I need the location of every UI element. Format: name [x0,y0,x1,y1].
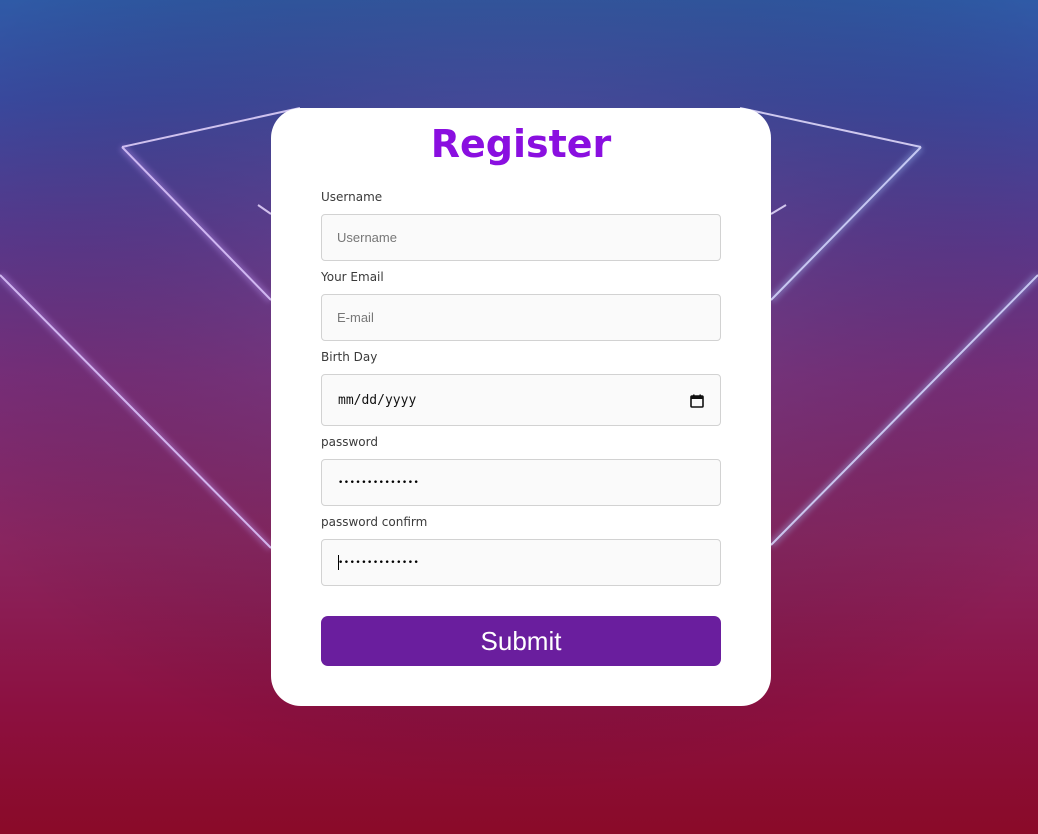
password-masked-value: •••••••••••••• [338,477,420,488]
password-confirm-label: password confirm [321,515,428,529]
password-label: password [321,435,378,449]
page-title: Register [430,122,612,166]
password-confirm-input[interactable]: •••••••••••••• [321,539,721,586]
submit-button[interactable]: Submit [321,616,721,666]
register-card: Register Username Your Email Birth Day m… [271,108,771,706]
username-input[interactable] [321,214,721,261]
password-input[interactable]: •••••••••••••• [321,459,721,506]
password-confirm-masked-value: •••••••••••••• [338,557,420,568]
birthday-label: Birth Day [321,350,378,364]
birthday-placeholder: mm/dd/yyyy [338,392,417,408]
calendar-icon[interactable] [690,393,704,408]
birthday-date-input[interactable]: mm/dd/yyyy [321,374,721,426]
email-label: Your Email [321,270,384,284]
username-label: Username [321,190,383,204]
email-input[interactable] [321,294,721,341]
